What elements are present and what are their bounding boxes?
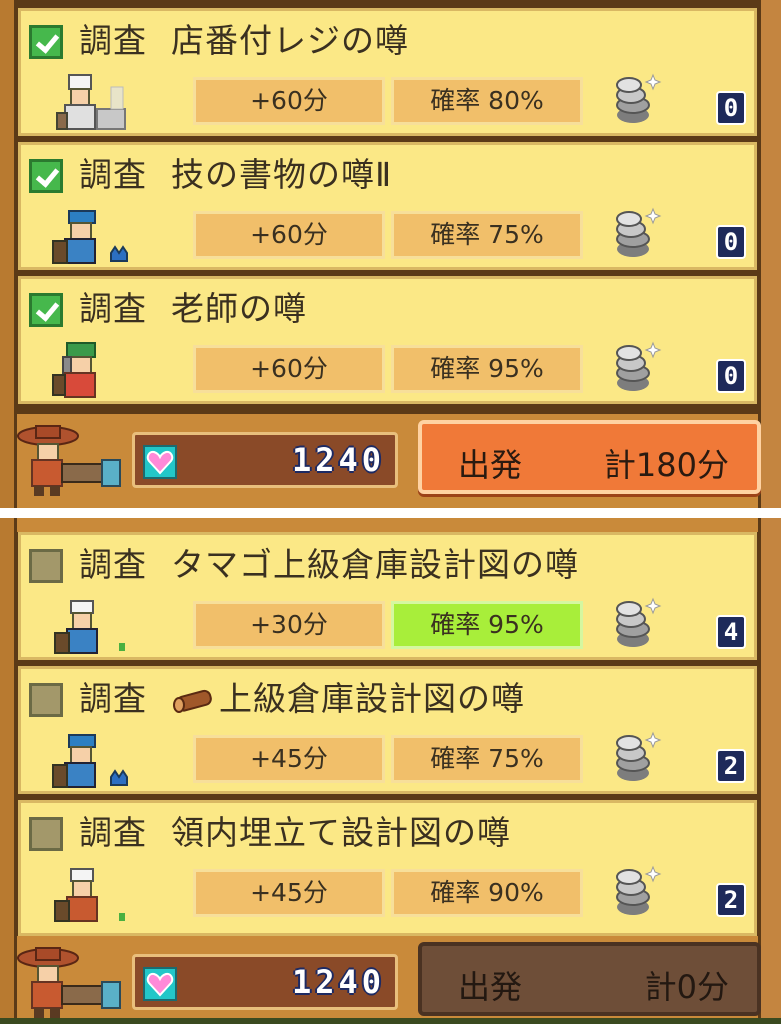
rumor-name: 上級倉庫設計図の噂 (219, 679, 525, 718)
rumor-card[interactable]: 調査 上級倉庫設計図の噂 +45分 確率 75% 2 (18, 666, 757, 794)
heart-counter: 1240 (132, 954, 398, 1010)
checked-checkbox-icon[interactable] (29, 25, 63, 59)
bottom-ground-strip (0, 1018, 781, 1024)
rumor-title: 調査 技の書物の噂Ⅱ (79, 153, 392, 197)
heart-shape (146, 972, 174, 997)
rumor-title: 調査 上級倉庫設計図の噂 (79, 677, 525, 721)
rumor-name: 技の書物の噂Ⅱ (171, 155, 393, 194)
heart-icon (143, 445, 177, 479)
checked-checkbox-icon[interactable] (29, 159, 63, 193)
time-cost-chip: +45分 (193, 735, 385, 783)
adventurer-character-icon (52, 210, 128, 264)
rumor-category: 調査 (79, 155, 147, 194)
rumor-category: 調査 (79, 21, 147, 60)
owned-count: 4 (716, 615, 746, 649)
chef-character-icon (54, 600, 125, 654)
rumor-card[interactable]: 調査 老師の噂 +60分 確率 95% 0 (18, 276, 757, 404)
screen-divider (0, 508, 781, 518)
rumor-title: 調査 タマゴ上級倉庫設計図の噂 (79, 543, 579, 587)
success-rate-chip: 確率 75% (391, 211, 583, 259)
adventurer-character-icon (52, 734, 128, 788)
chef-character-icon (56, 74, 126, 130)
rumor-card[interactable]: 調査 技の書物の噂Ⅱ +60分 確率 75% 0 (18, 142, 757, 270)
chef-character-icon (54, 868, 125, 922)
rumor-category: 調査 (79, 545, 147, 584)
rumor-list[interactable]: 調査 タマゴ上級倉庫設計図の噂 +30分 確率 95% 4 調査 上級倉庫設計図… (14, 532, 761, 936)
success-rate-chip: 確率 95% (391, 345, 583, 393)
rumor-category: 調査 (79, 289, 147, 328)
rumor-card[interactable]: 調査 店番付レジの噂 +60分 確率 80% 0 (18, 8, 757, 136)
rumor-category: 調査 (79, 679, 147, 718)
depart-total-time: 計180分 (603, 446, 729, 484)
rumor-name: タマゴ上級倉庫設計図の噂 (171, 545, 579, 584)
time-cost-chip: +45分 (193, 869, 385, 917)
rumor-card[interactable]: 調査 領内埋立て設計図の噂 +45分 確率 90% 2 (18, 800, 757, 936)
depart-button[interactable]: 出発 計180分 (418, 420, 761, 494)
footer-bar: 1240 出発 計180分 (0, 414, 781, 502)
heart-counter: 1240 (132, 432, 398, 488)
owned-count: 0 (716, 225, 746, 259)
depart-total-time: 計0分 (644, 968, 729, 1006)
depart-label: 出発 (458, 446, 523, 484)
rumor-name: 店番付レジの噂 (171, 21, 409, 60)
heart-icon (143, 967, 177, 1001)
heart-count: 1240 (291, 441, 385, 479)
owned-count: 0 (716, 359, 746, 393)
time-cost-chip: +30分 (193, 601, 385, 649)
unchecked-checkbox-icon[interactable] (29, 817, 63, 851)
checked-checkbox-icon[interactable] (29, 293, 63, 327)
coin-stack-icon (616, 597, 662, 647)
success-rate-chip: 確率 75% (391, 735, 583, 783)
footer-bar: 1240 出発 計0分 (0, 936, 781, 1024)
rumor-category: 調査 (79, 813, 147, 852)
coin-stack-icon (616, 865, 662, 915)
rumor-list[interactable]: 調査 店番付レジの噂 +60分 確率 80% 0 調査 技の書物の噂Ⅱ +60分… (14, 0, 761, 414)
depart-button[interactable]: 出発 計0分 (418, 942, 761, 1016)
rumor-title: 調査 店番付レジの噂 (79, 19, 409, 63)
rumor-name: 老師の噂 (171, 289, 307, 328)
owned-count: 0 (716, 91, 746, 125)
unchecked-checkbox-icon[interactable] (29, 549, 63, 583)
coin-stack-icon (616, 731, 662, 781)
top-screen: 調査 店番付レジの噂 +60分 確率 80% 0 調査 技の書物の噂Ⅱ +60分… (0, 0, 781, 508)
coin-stack-icon (616, 341, 662, 391)
rumor-title: 調査 領内埋立て設計図の噂 (79, 811, 511, 855)
depart-label: 出発 (458, 968, 523, 1006)
wood-log-icon (173, 689, 212, 713)
owned-count: 2 (716, 749, 746, 783)
success-rate-chip: 確率 95% (391, 601, 583, 649)
rumor-name: 領内埋立て設計図の噂 (171, 813, 511, 852)
rumor-card[interactable]: 調査 タマゴ上級倉庫設計図の噂 +30分 確率 95% 4 (18, 532, 757, 660)
owned-count: 2 (716, 883, 746, 917)
rumor-title: 調査 老師の噂 (79, 287, 307, 331)
success-rate-chip: 確率 80% (391, 77, 583, 125)
unchecked-checkbox-icon[interactable] (29, 683, 63, 717)
coin-stack-icon (616, 207, 662, 257)
coin-stack-icon (616, 73, 662, 123)
heart-count: 1240 (291, 963, 385, 1001)
girl-character-icon (52, 342, 96, 398)
time-cost-chip: +60分 (193, 211, 385, 259)
time-cost-chip: +60分 (193, 77, 385, 125)
explorer-telescope-icon (17, 425, 121, 496)
success-rate-chip: 確率 90% (391, 869, 583, 917)
explorer-telescope-icon (17, 947, 121, 1018)
bottom-screen: 調査 タマゴ上級倉庫設計図の噂 +30分 確率 95% 4 調査 上級倉庫設計図… (0, 518, 781, 1024)
heart-shape (146, 450, 174, 475)
time-cost-chip: +60分 (193, 345, 385, 393)
